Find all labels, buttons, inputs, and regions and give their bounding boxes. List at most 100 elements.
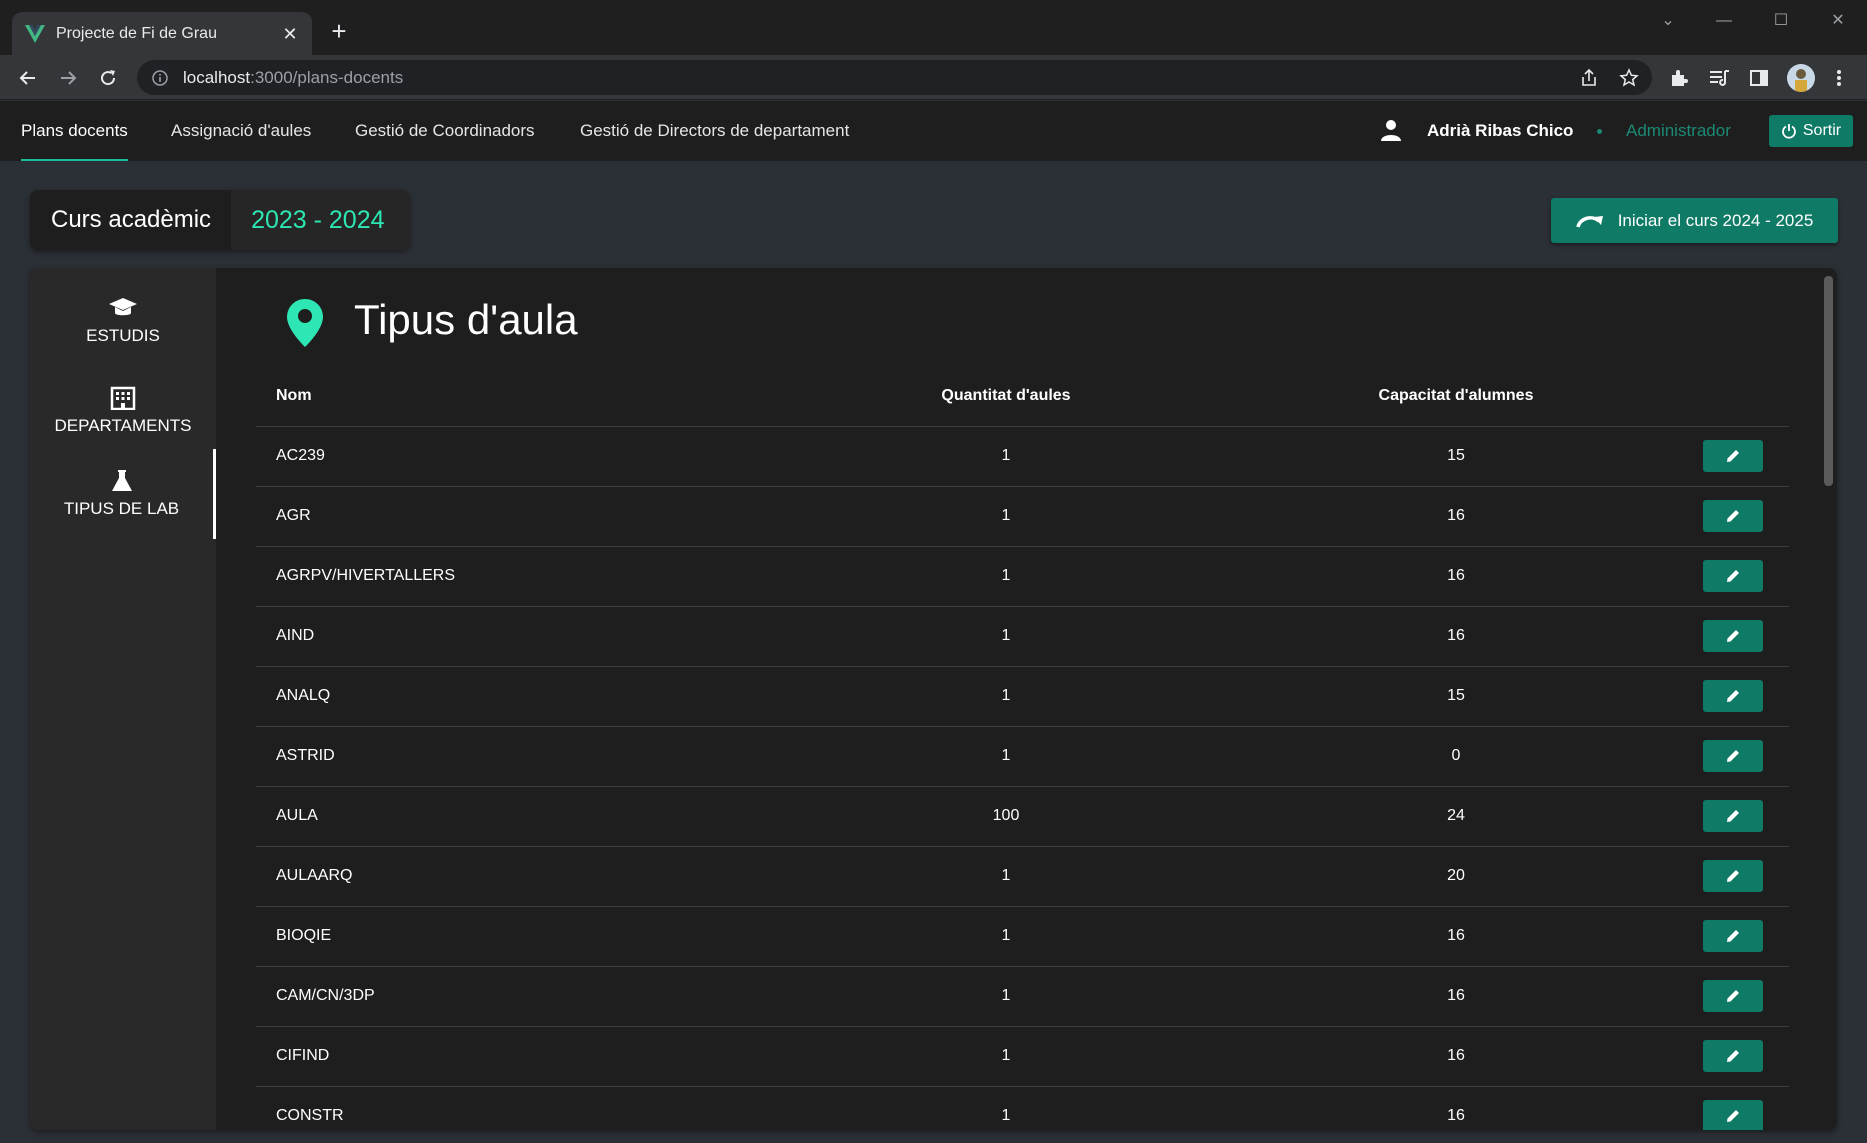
edit-button[interactable]	[1702, 1100, 1763, 1130]
edit-button[interactable]	[1702, 1040, 1763, 1072]
nav-assignacio-aules[interactable]: Assignació d'aules	[171, 101, 311, 161]
browser-tab[interactable]: Projecte de Fi de Grau ✕	[12, 12, 312, 55]
logout-label: Sortir	[1802, 122, 1842, 139]
edit-button[interactable]	[1702, 800, 1763, 832]
edit-button[interactable]	[1702, 740, 1763, 772]
cell-name: ANALQ	[256, 666, 776, 727]
table-row: CIFIND 1 16	[256, 1026, 1789, 1087]
sidebar-item-tipus-de-lab[interactable]: TIPUS DE LAB	[30, 449, 216, 539]
pencil-icon	[1726, 870, 1739, 882]
close-tab-icon[interactable]: ✕	[280, 24, 300, 44]
table-row: AULA 100 24	[256, 786, 1789, 847]
pencil-icon	[1726, 810, 1739, 822]
content-area: Tipus d'aula Nom Quantitat d'aules Capac…	[216, 268, 1837, 1130]
table-row: AGRPV/HIVERTALLERS 1 16	[256, 546, 1789, 607]
table-row: AC239 1 15	[256, 426, 1789, 487]
tab-title: Projecte de Fi de Grau	[56, 24, 217, 42]
pencil-icon	[1726, 690, 1739, 702]
edit-button[interactable]	[1702, 560, 1763, 592]
cell-capacity: 15	[1236, 426, 1676, 487]
media-control-icon[interactable]	[1706, 65, 1732, 91]
pencil-icon	[1726, 930, 1739, 942]
cell-actions	[1676, 606, 1789, 667]
table-row: AULAARQ 1 20	[256, 846, 1789, 907]
edit-button[interactable]	[1702, 860, 1763, 892]
user-icon	[1381, 120, 1401, 141]
scrollbar-thumb[interactable]	[1824, 276, 1833, 486]
cell-name: AGR	[256, 486, 776, 547]
separator-dot	[1597, 129, 1602, 134]
cell-actions	[1676, 726, 1789, 787]
edit-button[interactable]	[1702, 620, 1763, 652]
user-name: Adrià Ribas Chico	[1427, 121, 1574, 140]
extensions-icon[interactable]	[1666, 65, 1692, 91]
sidebar-item-estudis[interactable]: ESTUDIS	[30, 276, 216, 366]
redo-arrow-icon	[1575, 215, 1603, 228]
cell-capacity: 16	[1236, 906, 1676, 967]
cell-capacity: 16	[1236, 606, 1676, 667]
cell-actions	[1676, 966, 1789, 1027]
new-tab-icon[interactable]: +	[326, 18, 352, 44]
nav-gestio-directors[interactable]: Gestió de Directors de departament	[580, 101, 849, 161]
address-bar[interactable]: localhost:3000/plans-docents	[137, 60, 1652, 95]
bookmark-star-icon[interactable]	[1617, 66, 1641, 90]
table-row: CAM/CN/3DP 1 16	[256, 966, 1789, 1027]
forward-icon[interactable]	[53, 63, 83, 93]
edit-button[interactable]	[1702, 440, 1763, 472]
tab-search-icon[interactable]: ⌄	[1648, 8, 1688, 34]
app-navbar: Plans docents Assignació d'aules Gestió …	[0, 101, 1867, 161]
cell-name: AULAARQ	[256, 846, 776, 907]
cell-actions	[1676, 426, 1789, 487]
main-panel: ESTUDIS DEPARTAMENTS TIPUS DE LAB Tipus …	[30, 268, 1837, 1130]
cell-quantity: 1	[776, 486, 1236, 547]
sidebar-item-departaments[interactable]: DEPARTAMENTS	[30, 366, 216, 456]
profile-avatar[interactable]	[1787, 64, 1815, 92]
nav-gestio-coordinadors[interactable]: Gestió de Coordinadors	[355, 101, 535, 161]
cell-quantity: 1	[776, 966, 1236, 1027]
edit-button[interactable]	[1702, 680, 1763, 712]
edit-button[interactable]	[1702, 920, 1763, 952]
pencil-icon	[1726, 1050, 1739, 1062]
flask-icon	[111, 470, 132, 491]
cell-capacity: 20	[1236, 846, 1676, 907]
academic-year-card: Curs acadèmic 2023 - 2024	[30, 190, 410, 250]
edit-button[interactable]	[1702, 980, 1763, 1012]
cell-actions	[1676, 546, 1789, 607]
cell-quantity: 1	[776, 726, 1236, 787]
logout-button[interactable]: Sortir	[1769, 115, 1853, 147]
column-header-name: Nom	[256, 366, 776, 427]
back-icon[interactable]	[13, 63, 43, 93]
column-header-capacity: Capacitat d'alumnes	[1236, 366, 1676, 427]
column-header-quantity: Quantitat d'aules	[776, 366, 1236, 427]
close-window-icon[interactable]: ✕	[1818, 8, 1858, 34]
cell-quantity: 1	[776, 666, 1236, 727]
maximize-icon[interactable]: ☐	[1761, 8, 1801, 34]
browser-menu-icon[interactable]	[1826, 65, 1852, 91]
pencil-icon	[1726, 570, 1739, 582]
cell-actions	[1676, 486, 1789, 547]
side-panel-icon[interactable]	[1746, 65, 1772, 91]
column-header-actions	[1676, 366, 1789, 427]
url-host: localhost	[183, 67, 251, 87]
edit-button[interactable]	[1702, 500, 1763, 532]
minimize-icon[interactable]: —	[1704, 8, 1744, 34]
pencil-icon	[1726, 510, 1739, 522]
power-icon	[1781, 124, 1796, 139]
cell-quantity: 1	[776, 546, 1236, 607]
cell-actions	[1676, 1086, 1789, 1130]
vue-logo-icon	[24, 23, 46, 45]
cell-name: AC239	[256, 426, 776, 487]
academic-year-label: Curs acadèmic	[51, 206, 212, 233]
share-icon[interactable]	[1577, 66, 1601, 90]
cell-name: CONSTR	[256, 1086, 776, 1130]
cell-capacity: 0	[1236, 726, 1676, 787]
start-next-course-button[interactable]: Iniciar el curs 2024 - 2025	[1551, 198, 1838, 243]
user-role: Administrador	[1626, 121, 1731, 140]
browser-toolbar: localhost:3000/plans-docents	[0, 55, 1867, 100]
table-row: AGR 1 16	[256, 486, 1789, 547]
reload-icon[interactable]	[93, 63, 123, 93]
pencil-icon	[1726, 1110, 1739, 1122]
nav-plans-docents[interactable]: Plans docents	[21, 101, 128, 161]
site-info-icon[interactable]	[151, 69, 169, 87]
cell-quantity: 1	[776, 1086, 1236, 1130]
